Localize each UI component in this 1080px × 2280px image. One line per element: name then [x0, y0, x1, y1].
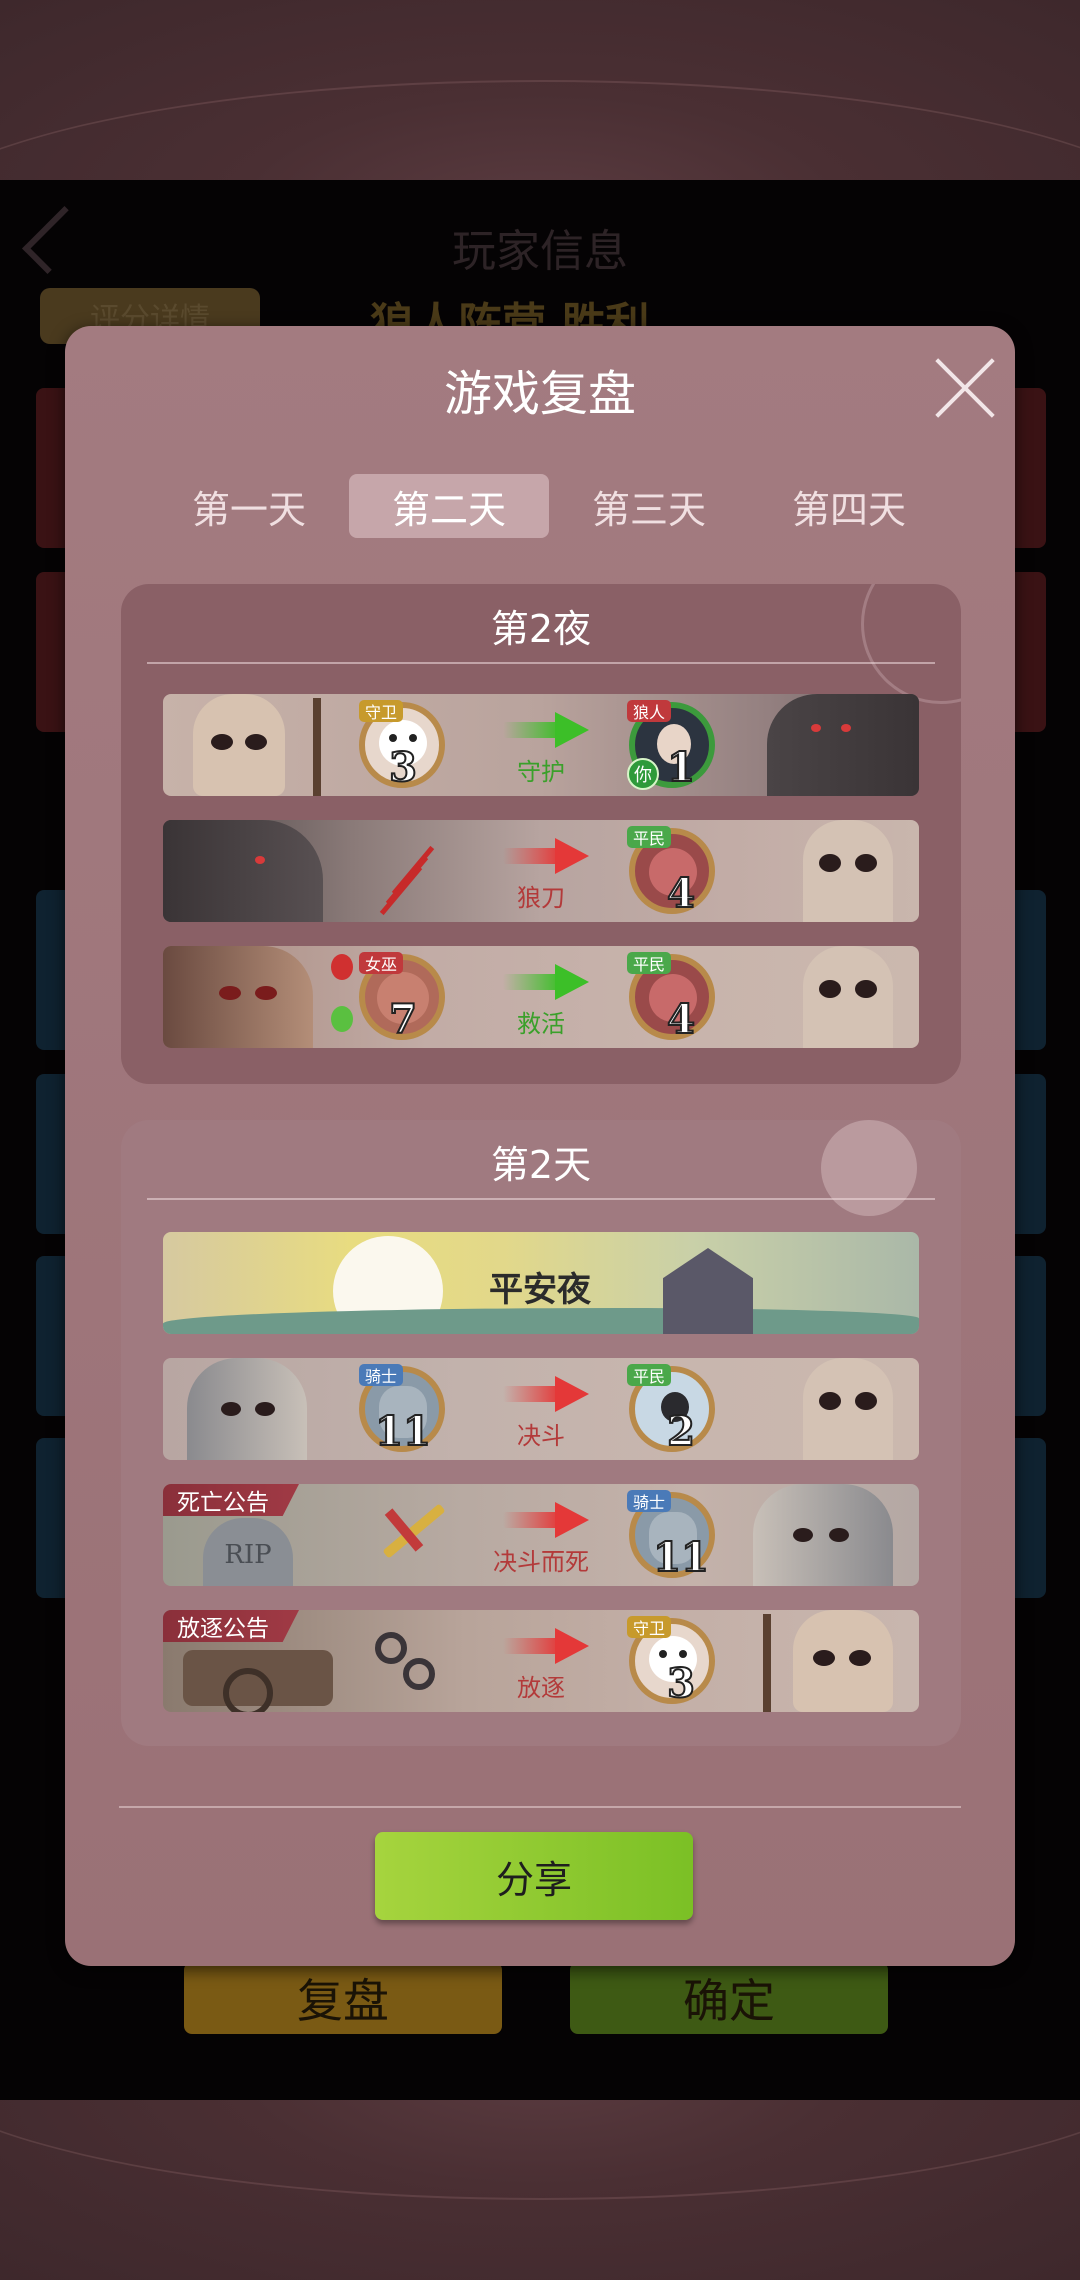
player-number: 3: [388, 743, 418, 792]
poison-potion-icon: [331, 954, 353, 980]
staff-decoration: [763, 1614, 771, 1712]
tab-day-1[interactable]: 第一天: [149, 474, 349, 538]
arrow-right-icon: [493, 1628, 589, 1664]
role-tag: 骑士: [627, 1490, 672, 1512]
role-tag: 平民: [627, 826, 672, 848]
tab-day-2[interactable]: 第二天: [349, 474, 549, 538]
player-number: 1: [666, 743, 696, 792]
hills-decoration: [163, 1308, 919, 1334]
action-label: 救活: [517, 1010, 565, 1038]
action-label: 放逐: [517, 1674, 565, 1702]
underlay-replay-button: 复盘: [184, 1962, 502, 2034]
arrow-right-icon: [493, 964, 589, 1000]
wolf-portrait: [767, 694, 919, 796]
wolf-portrait: [163, 820, 323, 922]
night-event-row: 守卫 3 守护 狼人 1 你: [163, 694, 919, 796]
peaceful-night-banner: 平安夜: [163, 1232, 919, 1334]
footer-divider: [119, 1806, 961, 1808]
witch-portrait: [163, 946, 313, 1048]
sword-icon: [373, 1496, 446, 1566]
close-icon[interactable]: [931, 354, 997, 420]
villager-portrait: [803, 946, 893, 1048]
player-number: 4: [666, 995, 696, 1044]
announcement-tag: 死亡公告: [163, 1484, 299, 1516]
tab-day-3[interactable]: 第三天: [549, 474, 749, 538]
day-event-row: 放逐公告 放逐 守卫 3: [163, 1610, 919, 1712]
night-section: 第2夜 守卫 3 守护 狼人 1 你 狼刀 平民 4 女巫 7 救活 平民 4: [121, 584, 961, 1084]
arrow-right-icon: [493, 1376, 589, 1412]
role-tag: 守卫: [627, 1616, 672, 1638]
underlay-confirm-button: 确定: [570, 1962, 888, 2034]
announcement-tag: 放逐公告: [163, 1610, 299, 1642]
player-number: 7: [388, 995, 418, 1044]
arrow-right-icon: [493, 1502, 589, 1538]
day-event-row: RIP 死亡公告 决斗而死 骑士 11: [163, 1484, 919, 1586]
player-number: 2: [666, 1407, 696, 1456]
role-tag: 平民: [627, 952, 672, 974]
cart-icon: [183, 1650, 333, 1712]
knight-portrait: [753, 1484, 893, 1586]
underlay-page-title: 玩家信息: [452, 226, 628, 277]
action-label: 狼刀: [517, 884, 565, 912]
guard-portrait: [193, 694, 285, 796]
role-tag: 女巫: [359, 952, 404, 974]
you-badge: 你: [627, 758, 659, 790]
day-tabs: 第一天 第二天 第三天 第四天: [149, 474, 949, 538]
day-section: 第2天 平安夜 骑士 11 决斗 平民 2 RIP 死亡公告 决斗而死 骑士 1…: [121, 1120, 961, 1746]
game-replay-modal: 游戏复盘 第一天 第二天 第三天 第四天 第2夜 守卫 3 守护 狼人 1 你 …: [65, 326, 1015, 1966]
modal-title: 游戏复盘: [443, 366, 636, 422]
action-label: 守护: [517, 758, 565, 786]
section-divider: [147, 662, 935, 664]
tab-day-4[interactable]: 第四天: [749, 474, 949, 538]
action-label: 决斗而死: [493, 1548, 589, 1576]
player-number: 4: [666, 869, 696, 918]
guard-portrait: [793, 1610, 893, 1712]
villager-portrait: [803, 820, 893, 922]
role-tag: 骑士: [359, 1364, 404, 1386]
staff-decoration: [313, 698, 321, 796]
role-tag: 平民: [627, 1364, 672, 1386]
night-title: 第2夜: [490, 607, 592, 651]
arrow-right-icon: [493, 838, 589, 874]
player-number: 3: [666, 1659, 696, 1708]
night-event-row: 女巫 7 救活 平民 4: [163, 946, 919, 1048]
villager-portrait: [803, 1358, 893, 1460]
background-top-decoration: [0, 0, 1080, 384]
background-bottom-decoration: [0, 1896, 1080, 2280]
day-event-row: 骑士 11 决斗 平民 2: [163, 1358, 919, 1460]
handcuffs-icon: [373, 1628, 443, 1694]
tombstone-icon: RIP: [203, 1518, 293, 1586]
share-button[interactable]: 分享: [375, 1832, 693, 1920]
antidote-potion-icon: [331, 1006, 353, 1032]
arrow-right-icon: [493, 712, 589, 748]
section-divider: [147, 1198, 935, 1200]
day-title: 第2天: [490, 1143, 592, 1187]
player-number: 11: [374, 1407, 432, 1456]
night-event-row: 狼刀 平民 4: [163, 820, 919, 922]
action-label: 决斗: [517, 1422, 565, 1450]
house-icon: [663, 1248, 753, 1334]
peaceful-night-label: 平安夜: [489, 1270, 591, 1310]
claw-scratch-icon: [375, 840, 435, 916]
knight-portrait: [187, 1358, 307, 1460]
role-tag: 守卫: [359, 700, 404, 722]
player-number: 11: [652, 1533, 710, 1582]
role-tag: 狼人: [627, 700, 672, 722]
